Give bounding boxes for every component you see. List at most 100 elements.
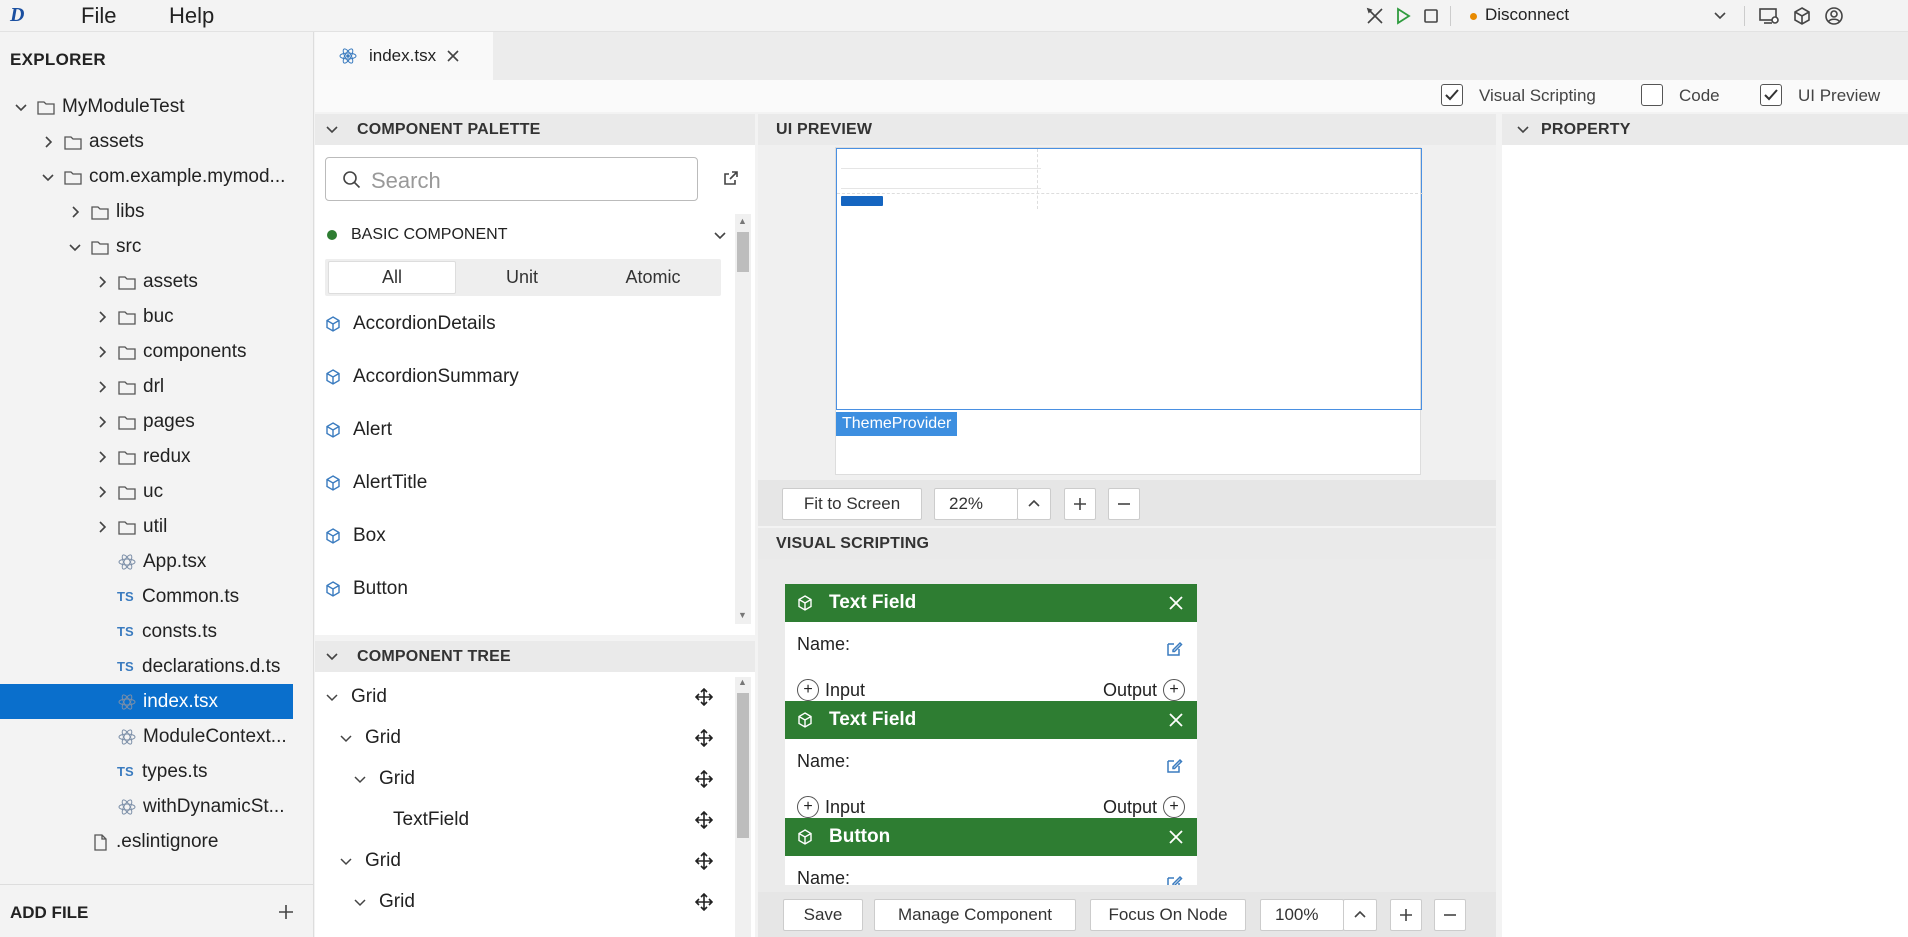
palette-item[interactable]: AccordionDetails: [325, 304, 496, 344]
node-text-field-1[interactable]: Text Field Name: + Input Output +: [785, 584, 1197, 701]
package-icon[interactable]: [1792, 6, 1812, 26]
account-icon[interactable]: [1824, 6, 1844, 26]
device-icon[interactable]: [1758, 6, 1780, 26]
close-icon[interactable]: [1169, 830, 1183, 844]
node-header[interactable]: Button: [785, 818, 1197, 856]
menu-file[interactable]: File: [81, 3, 116, 29]
move-icon[interactable]: [695, 688, 713, 706]
input-port[interactable]: + Input: [797, 796, 865, 818]
plus-icon[interactable]: +: [1163, 679, 1185, 701]
node-button[interactable]: Button Name:: [785, 818, 1197, 885]
move-icon[interactable]: [695, 852, 713, 870]
vs-zoom-in-button[interactable]: [1390, 899, 1422, 931]
file-tree-item[interactable]: redux: [0, 439, 293, 474]
save-button[interactable]: Save: [783, 899, 863, 931]
filter-atomic[interactable]: Atomic: [589, 261, 717, 294]
file-tree-item[interactable]: uc: [0, 474, 293, 509]
file-tree-item[interactable]: assets: [0, 264, 293, 299]
file-tree-item[interactable]: components: [0, 334, 293, 369]
property-header[interactable]: PROPERTY: [1502, 114, 1908, 145]
palette-item[interactable]: Alert: [325, 410, 392, 450]
file-tree-item[interactable]: com.example.mymod...: [0, 159, 293, 194]
file-tree-item[interactable]: MyModuleTest: [0, 89, 293, 124]
vs-zoom-field[interactable]: 100%: [1260, 899, 1344, 931]
palette-item[interactable]: AlertTitle: [325, 463, 427, 503]
manage-component-button[interactable]: Manage Component: [874, 899, 1076, 931]
file-tree-item[interactable]: index.tsx: [0, 684, 293, 719]
close-icon[interactable]: [1169, 713, 1183, 727]
palette-scrollbar[interactable]: ▲ ▼: [735, 214, 751, 624]
file-tree-item[interactable]: App.tsx: [0, 544, 293, 579]
chevron-right-icon[interactable]: [95, 485, 109, 499]
output-port[interactable]: Output +: [1103, 679, 1185, 701]
connection-select[interactable]: Disconnect: [1485, 5, 1569, 25]
theme-provider-tag[interactable]: ThemeProvider: [836, 412, 958, 436]
stop-icon[interactable]: [1421, 6, 1441, 26]
output-port[interactable]: Output +: [1103, 796, 1185, 818]
file-tree-item[interactable]: TS consts.ts: [0, 614, 293, 649]
code-checkbox[interactable]: [1641, 84, 1663, 106]
component-tree-item[interactable]: TextField: [367, 800, 735, 840]
chevron-right-icon[interactable]: [95, 415, 109, 429]
file-tree-item[interactable]: TS Common.ts: [0, 579, 293, 614]
fit-to-screen-button[interactable]: Fit to Screen: [782, 488, 922, 520]
file-tree-item[interactable]: src: [0, 229, 293, 264]
preview-canvas[interactable]: ThemeProvider: [835, 147, 1423, 475]
file-tree-item[interactable]: TS types.ts: [0, 754, 293, 789]
close-icon[interactable]: [446, 49, 460, 63]
file-tree-item[interactable]: buc: [0, 299, 293, 334]
file-tree-item[interactable]: util: [0, 509, 293, 544]
file-tree-item[interactable]: assets: [0, 124, 293, 159]
edit-icon[interactable]: [1165, 874, 1183, 885]
plus-icon[interactable]: +: [1163, 796, 1185, 818]
file-tree-item[interactable]: drl: [0, 369, 293, 404]
chevron-down-icon[interactable]: [325, 690, 339, 704]
vs-zoom-out-button[interactable]: [1434, 899, 1466, 931]
chevron-right-icon[interactable]: [95, 450, 109, 464]
chevron-right-icon[interactable]: [95, 345, 109, 359]
move-icon[interactable]: [695, 729, 713, 747]
component-tree-item[interactable]: Grid: [339, 841, 735, 881]
palette-item[interactable]: AccordionSummary: [325, 357, 519, 397]
chevron-right-icon[interactable]: [95, 520, 109, 534]
chevron-right-icon[interactable]: [68, 205, 82, 219]
component-tree-scrollbar[interactable]: ▲: [735, 677, 751, 937]
node-header[interactable]: Text Field: [785, 701, 1197, 739]
zoom-in-button[interactable]: [1064, 488, 1096, 520]
file-tree-item[interactable]: ModuleContext...: [0, 719, 293, 754]
chevron-down-icon[interactable]: [339, 854, 353, 868]
filter-unit[interactable]: Unit: [458, 261, 586, 294]
search-input[interactable]: Search: [325, 157, 698, 201]
menu-help[interactable]: Help: [169, 3, 214, 29]
palette-item[interactable]: Box: [325, 516, 386, 556]
edit-icon[interactable]: [1165, 640, 1183, 658]
focus-on-node-button[interactable]: Focus On Node: [1090, 899, 1246, 931]
tab-index-tsx[interactable]: index.tsx: [315, 32, 493, 80]
ui-preview-checkbox[interactable]: [1760, 84, 1782, 106]
chevron-down-icon[interactable]: [41, 170, 55, 184]
component-tree-item[interactable]: Grid: [353, 759, 735, 799]
chevron-right-icon[interactable]: [95, 380, 109, 394]
visual-scripting-checkbox[interactable]: [1441, 84, 1463, 106]
chevron-right-icon[interactable]: [95, 310, 109, 324]
component-tree-item[interactable]: Grid: [339, 718, 735, 758]
zoom-up-button[interactable]: [1017, 488, 1051, 520]
move-icon[interactable]: [695, 770, 713, 788]
component-tree-item[interactable]: Grid: [325, 677, 735, 717]
node-header[interactable]: Text Field: [785, 584, 1197, 622]
palette-header[interactable]: COMPONENT PALETTE: [315, 114, 755, 145]
file-tree-item[interactable]: TS declarations.d.ts: [0, 649, 293, 684]
vs-zoom-up-button[interactable]: [1343, 899, 1377, 931]
chevron-down-icon[interactable]: [353, 895, 367, 909]
run-icon[interactable]: [1393, 6, 1413, 26]
move-icon[interactable]: [695, 893, 713, 911]
plus-icon[interactable]: +: [797, 679, 819, 701]
chevron-down-icon[interactable]: [712, 228, 728, 244]
add-file-icon[interactable]: [277, 903, 295, 921]
preview-rendered-page[interactable]: [836, 148, 1423, 410]
chevron-down-icon[interactable]: [1712, 8, 1728, 24]
plus-icon[interactable]: +: [797, 796, 819, 818]
chevron-down-icon[interactable]: [14, 100, 28, 114]
file-tree-item[interactable]: pages: [0, 404, 293, 439]
close-icon[interactable]: [1169, 596, 1183, 610]
